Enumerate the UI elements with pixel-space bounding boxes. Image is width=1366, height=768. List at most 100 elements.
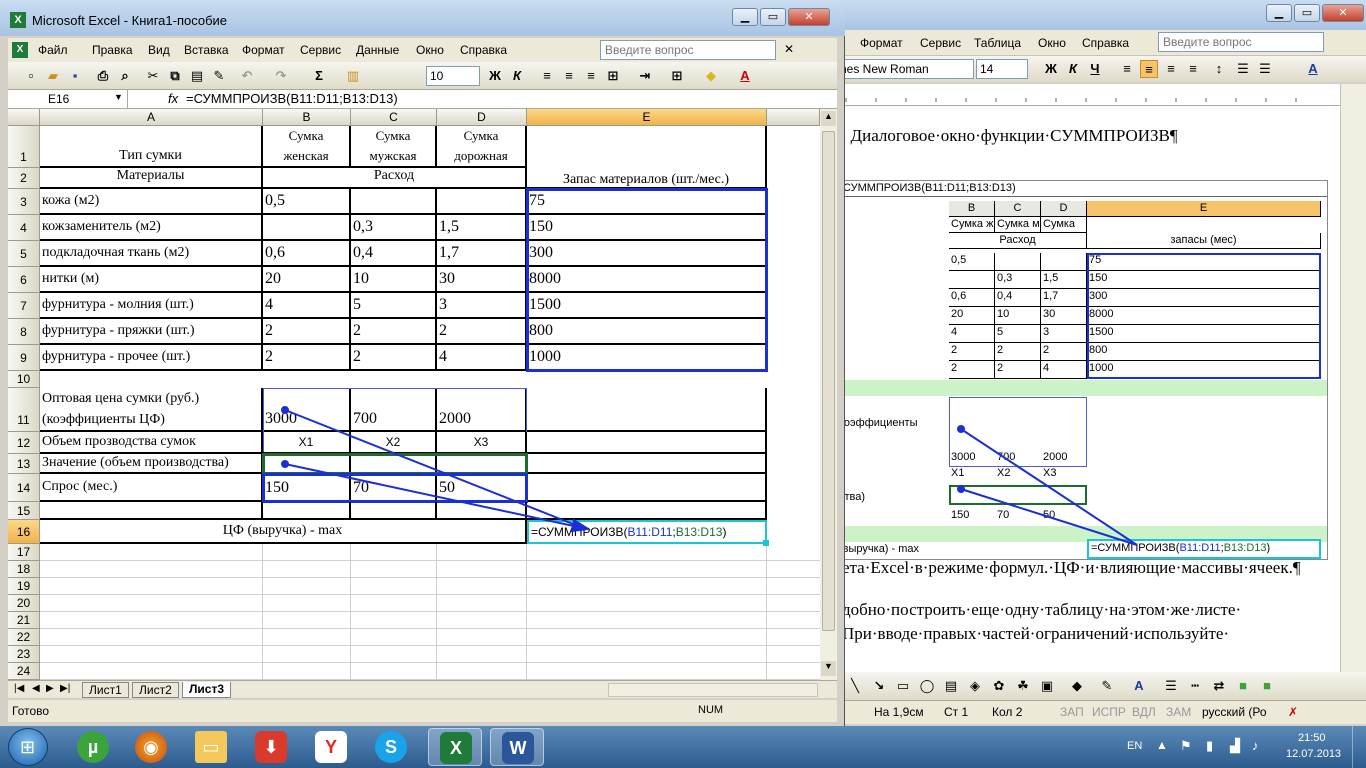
word-document[interactable]: . Диалоговое·окно·функции·СУММПРОИЗВ¶ СУ… (836, 106, 1340, 672)
minimize-button[interactable]: ▁ (1266, 4, 1292, 22)
italic-icon[interactable]: К (508, 67, 526, 85)
numbering-icon[interactable]: ☰ (1234, 60, 1252, 78)
next-sheet-icon[interactable]: ▶ (46, 683, 54, 694)
wordart-icon[interactable]: ◈ (966, 677, 984, 695)
menu-edit[interactable]: Правка (92, 43, 133, 57)
indent-icon[interactable]: ⇥ (636, 67, 654, 85)
clock-time[interactable]: 21:50 (1298, 732, 1326, 744)
bold-icon[interactable]: Ж (486, 67, 504, 85)
close-button[interactable]: ✕ (1322, 4, 1364, 22)
align-right-icon[interactable]: ≡ (1162, 60, 1180, 78)
horizontal-ruler[interactable] (836, 84, 1340, 106)
print-icon[interactable]: ⎙ (94, 67, 112, 85)
dash-style-icon[interactable]: ┅ (1186, 677, 1204, 695)
font-name-combo[interactable]: nes New Roman (836, 59, 974, 79)
arrow-icon[interactable]: ↘ (870, 677, 888, 695)
arrow-style-icon[interactable]: ⇄ (1210, 677, 1228, 695)
menu-service[interactable]: Сервис (300, 43, 341, 57)
fill-color-icon[interactable]: ◆ (1068, 677, 1086, 695)
picture-icon[interactable]: ▣ (1038, 677, 1056, 695)
tray-expand-icon[interactable]: ▲ (1156, 738, 1168, 752)
justify-icon[interactable]: ≡ (1184, 60, 1202, 78)
taskbar-yandex[interactable]: Y (304, 728, 358, 766)
copy-icon[interactable]: ⧉ (166, 67, 184, 85)
menu-view[interactable]: Вид (148, 43, 170, 57)
menu-service[interactable]: Сервис (920, 36, 961, 50)
formula-input[interactable]: =СУММПРОИЗВ(B11:D11;B13:D13) (186, 91, 398, 106)
diagram-icon[interactable]: ✿ (990, 677, 1008, 695)
clipart-icon[interactable]: ☘ (1014, 677, 1032, 695)
format-painter-icon[interactable]: ✎ (210, 67, 228, 85)
worksheet-grid[interactable]: A B C D E 1 2 3 4 5 6 7 8 9 10 11 12 13 … (8, 109, 820, 680)
horizontal-scrollbar[interactable] (608, 683, 818, 697)
taskbar-word[interactable]: W (490, 728, 544, 766)
chevron-down-icon[interactable]: ▼ (114, 92, 123, 102)
preview-icon[interactable]: ⌕ (116, 67, 134, 85)
language-indicator[interactable]: EN (1127, 740, 1142, 752)
menu-window[interactable]: Окно (416, 43, 444, 57)
menu-help[interactable]: Справка (460, 43, 507, 57)
align-right-icon[interactable]: ≡ (582, 67, 600, 85)
textbox-icon[interactable]: ▤ (942, 677, 960, 695)
align-center-icon[interactable]: ≡ (560, 67, 578, 85)
open-icon[interactable]: ▰ (44, 67, 62, 85)
clock-date[interactable]: 12.07.2013 (1286, 748, 1341, 760)
spelling-icon[interactable]: ✗ (1288, 705, 1298, 719)
sheet-tab-3[interactable]: Лист3 (182, 682, 232, 698)
3d-icon[interactable]: ■ (1258, 677, 1276, 695)
start-button[interactable]: ⊞ (8, 728, 48, 766)
cut-icon[interactable]: ✂ (144, 67, 162, 85)
volume-icon[interactable]: ♪ (1252, 738, 1259, 753)
workbook-icon[interactable]: X (12, 42, 28, 58)
merge-center-icon[interactable]: ⊞ (604, 67, 622, 85)
maximize-button[interactable]: ▭ (1294, 4, 1320, 22)
first-sheet-icon[interactable]: |◀ (14, 683, 24, 694)
redo-icon[interactable]: ↷ (272, 67, 290, 85)
menu-file[interactable]: Файл (38, 43, 68, 57)
show-desktop-button[interactable] (1352, 726, 1366, 768)
line-color-icon[interactable]: ✎ (1098, 677, 1116, 695)
font-color-icon[interactable]: A (736, 67, 754, 85)
ask-question-input[interactable]: Введите вопрос (600, 40, 776, 60)
align-left-icon[interactable]: ≡ (1118, 60, 1136, 78)
battery-icon[interactable]: ▮ (1206, 738, 1213, 754)
excel-vertical-scrollbar[interactable]: ▲ ▼ (820, 109, 837, 680)
close-workbook-icon[interactable]: ✕ (784, 42, 794, 56)
font-color-icon[interactable]: A (1130, 677, 1148, 695)
autosum-icon[interactable]: Σ (310, 67, 328, 85)
chart-icon[interactable]: ▥ (344, 67, 362, 85)
scroll-thumb[interactable] (822, 131, 835, 631)
menu-format[interactable]: Формат (242, 43, 285, 57)
menu-data[interactable]: Данные (356, 43, 399, 57)
minimize-button[interactable]: ▁ (732, 8, 758, 26)
oval-icon[interactable]: ◯ (918, 677, 936, 695)
status-trk[interactable]: ИСПР (1092, 705, 1126, 719)
last-sheet-icon[interactable]: ▶| (60, 683, 70, 694)
italic-icon[interactable]: К (1064, 60, 1082, 78)
close-button[interactable]: ✕ (788, 8, 830, 26)
menu-window[interactable]: Окно (1038, 36, 1066, 50)
taskbar-downloader[interactable]: ⬇ (244, 728, 298, 766)
align-center-icon[interactable]: ≡ (1140, 60, 1158, 78)
bold-icon[interactable]: Ж (1042, 60, 1060, 78)
fill-color-icon[interactable]: ◆ (702, 67, 720, 85)
sheet-tab-1[interactable]: Лист1 (82, 682, 129, 698)
save-icon[interactable]: ▪ (66, 67, 84, 85)
word-vertical-scrollbar[interactable] (1340, 84, 1366, 672)
borders-icon[interactable]: ⊞ (668, 67, 686, 85)
paste-icon[interactable]: ▤ (188, 67, 206, 85)
maximize-button[interactable]: ▭ (760, 8, 786, 26)
taskbar-utorrent[interactable]: µ (66, 728, 120, 766)
taskbar-firefox[interactable]: ◉ (124, 728, 178, 766)
line-icon[interactable]: ╲ (846, 677, 864, 695)
bullets-icon[interactable]: ☰ (1256, 60, 1274, 78)
align-left-icon[interactable]: ≡ (538, 67, 556, 85)
font-size-combo[interactable]: 10 (426, 66, 480, 86)
name-box[interactable]: E16 (8, 90, 128, 108)
status-ovr[interactable]: ЗАМ (1166, 705, 1191, 719)
flag-icon[interactable]: ⚑ (1180, 738, 1192, 754)
taskbar-skype[interactable]: S (364, 728, 418, 766)
taskbar-explorer[interactable]: ▭ (184, 728, 238, 766)
function-icon[interactable]: fx (168, 91, 178, 106)
taskbar-excel[interactable]: X (428, 728, 482, 766)
